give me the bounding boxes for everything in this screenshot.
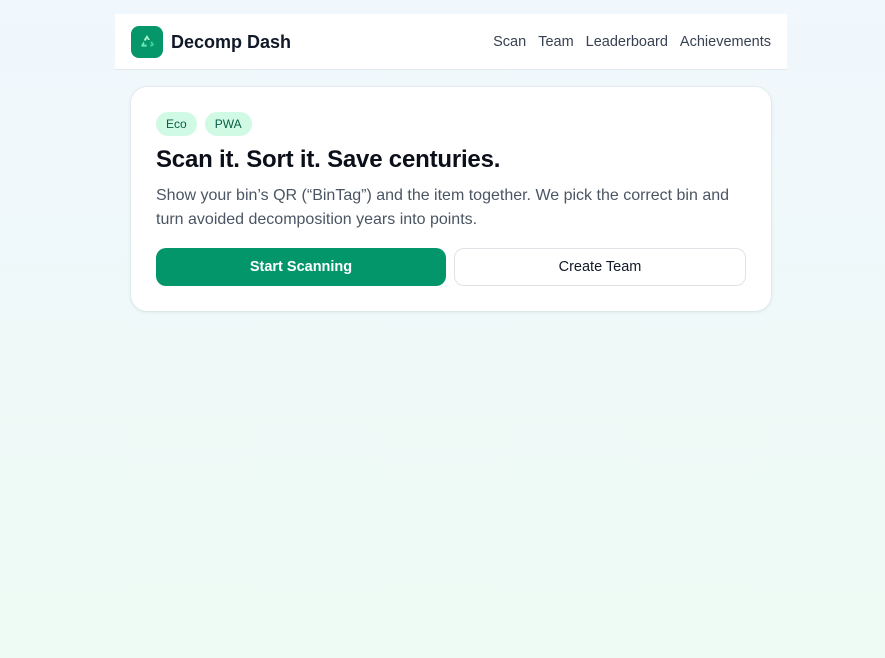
nav-link-team[interactable]: Team	[538, 32, 573, 52]
nav-link-scan[interactable]: Scan	[493, 32, 526, 52]
main-nav: Scan Team Leaderboard Achievements	[493, 32, 771, 52]
eco-badge: Eco	[156, 112, 197, 136]
start-scanning-button[interactable]: Start Scanning	[156, 248, 446, 286]
badge-row: Eco PWA	[156, 112, 252, 136]
create-team-button[interactable]: Create Team	[454, 248, 746, 286]
hero-headline: Scan it. Sort it. Save centuries.	[156, 146, 501, 173]
nav-link-leaderboard[interactable]: Leaderboard	[586, 32, 668, 52]
recycle-icon[interactable]	[131, 26, 163, 58]
nav-link-achievements[interactable]: Achievements	[680, 32, 771, 52]
hero-card: Eco PWA Scan it. Sort it. Save centuries…	[131, 87, 771, 311]
pwa-badge: PWA	[204, 112, 252, 136]
hero-description: Show your bin’s QR (“BinTag”) and the it…	[156, 187, 730, 228]
brand-name[interactable]: Decomp Dash	[171, 30, 291, 54]
top-bar: Decomp Dash Scan Team Leaderboard Achiev…	[115, 14, 787, 70]
